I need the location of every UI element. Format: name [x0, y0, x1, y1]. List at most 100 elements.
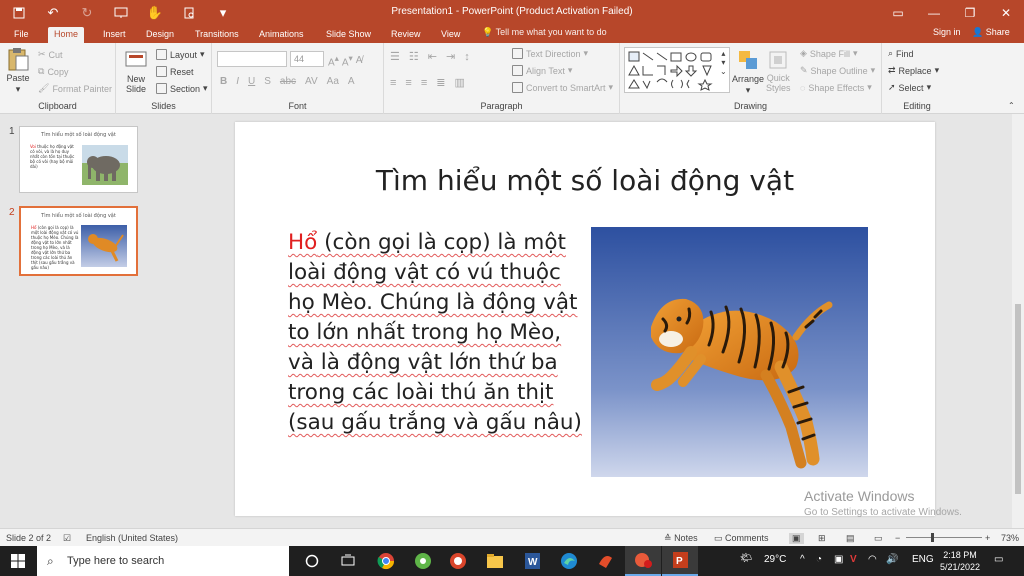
shapes-gallery-scroll[interactable]: ▴ ▾ ⌄: [720, 49, 727, 76]
security-app-icon[interactable]: ▣: [834, 554, 843, 565]
character-spacing-icon[interactable]: AV: [305, 76, 318, 87]
reading-view-icon[interactable]: ▤: [846, 533, 855, 544]
chrome-icon[interactable]: [368, 546, 404, 576]
decrease-indent-icon[interactable]: ⇤: [428, 50, 437, 63]
cortana-icon[interactable]: [294, 546, 330, 576]
shape-outline-button[interactable]: ✎ Shape Outline ▾: [800, 65, 875, 76]
strikethrough-icon[interactable]: abc: [280, 76, 296, 87]
font-color-icon[interactable]: A: [348, 76, 355, 87]
tray-overflow-icon[interactable]: ^: [800, 554, 805, 565]
slide-title[interactable]: Tìm hiểu một số loài động vật: [235, 164, 935, 197]
select-button[interactable]: ➚ Select ▾: [888, 82, 931, 93]
spell-check-icon[interactable]: ☑: [63, 533, 71, 544]
change-case-icon[interactable]: Aa: [327, 76, 339, 87]
tab-animations[interactable]: Animations: [253, 27, 310, 43]
recorder-app-icon[interactable]: [440, 546, 476, 576]
task-view-icon[interactable]: [330, 546, 366, 576]
collapse-ribbon-icon[interactable]: ⌃: [1008, 101, 1015, 110]
reset-button[interactable]: Reset: [156, 66, 194, 77]
find-button[interactable]: ⌕ Find: [888, 48, 914, 59]
bullets-icon[interactable]: ☰: [390, 50, 400, 63]
font-name-combo[interactable]: [217, 51, 287, 67]
align-right-icon[interactable]: ≡: [421, 77, 427, 89]
volume-icon[interactable]: 🔊: [886, 554, 898, 565]
input-language[interactable]: ENG: [912, 554, 934, 565]
normal-view-icon[interactable]: ▣: [789, 533, 804, 544]
weather-icon[interactable]: 🌤: [740, 553, 753, 564]
file-explorer-icon[interactable]: [477, 546, 513, 576]
zoom-out-icon[interactable]: −: [895, 533, 900, 543]
tab-insert[interactable]: Insert: [97, 27, 132, 43]
copy-button[interactable]: ⧉ Copy: [38, 66, 68, 77]
restore-button[interactable]: ❐: [952, 0, 988, 25]
tab-slide-show[interactable]: Slide Show: [320, 27, 377, 43]
start-button[interactable]: [0, 546, 36, 576]
tab-file[interactable]: File: [8, 27, 35, 43]
close-button[interactable]: ✕: [988, 0, 1024, 25]
new-slide-button[interactable]: New Slide: [124, 48, 148, 94]
notification-app-icon[interactable]: [625, 546, 661, 576]
align-center-icon[interactable]: ≡: [405, 77, 411, 89]
slide-thumbnail-1[interactable]: Tìm hiểu một số loài động vật Voi thuộc …: [19, 126, 138, 193]
format-painter-button[interactable]: 🖌 Format Painter: [38, 83, 112, 94]
shape-effects-button[interactable]: ◌ Shape Effects ▾: [800, 82, 872, 93]
vertical-scrollbar[interactable]: [1012, 114, 1024, 528]
slide-body-text[interactable]: Hổ (còn gọi là cọp) là một loài động vật…: [288, 228, 588, 438]
zoom-in-icon[interactable]: +: [985, 533, 990, 543]
replace-button[interactable]: ⇄ Replace ▾: [888, 65, 939, 76]
minimize-button[interactable]: —: [916, 0, 952, 25]
bold-icon[interactable]: B: [220, 76, 227, 87]
language-status[interactable]: English (United States): [86, 533, 178, 543]
tab-transitions[interactable]: Transitions: [189, 27, 245, 43]
italic-icon[interactable]: I: [236, 76, 239, 87]
justify-icon[interactable]: ≣: [436, 76, 445, 89]
align-text-button[interactable]: Align Text ▾: [512, 65, 572, 76]
tab-view[interactable]: View: [435, 27, 466, 43]
red-app-icon[interactable]: [587, 546, 623, 576]
edge-icon[interactable]: [551, 546, 587, 576]
convert-smartart-button[interactable]: Convert to SmartArt ▾: [512, 82, 613, 93]
word-icon[interactable]: W: [514, 546, 550, 576]
line-spacing-icon[interactable]: ↕: [464, 51, 470, 63]
powerpoint-icon[interactable]: P: [662, 546, 698, 576]
numbering-icon[interactable]: ☷: [409, 50, 419, 63]
temperature[interactable]: 29°C: [764, 554, 786, 565]
quick-styles-button[interactable]: Quick Styles: [766, 47, 791, 93]
grow-font-icon[interactable]: A▴: [328, 53, 339, 68]
green-app-icon[interactable]: [405, 546, 441, 576]
arrange-button[interactable]: Arrange ▾: [732, 47, 764, 96]
text-direction-button[interactable]: Text Direction ▾: [512, 48, 588, 59]
clear-formatting-icon[interactable]: A̸: [356, 55, 363, 66]
ribbon-display-options-icon[interactable]: ▭: [880, 0, 916, 25]
sign-in-link[interactable]: Sign in: [933, 27, 961, 37]
shape-fill-button[interactable]: ◈ Shape Fill ▾: [800, 48, 857, 59]
comments-button[interactable]: ▭ Comments: [714, 533, 769, 544]
zoom-slider[interactable]: [906, 537, 982, 538]
v-app-icon[interactable]: V: [850, 554, 857, 565]
layout-button[interactable]: Layout ▾: [156, 49, 205, 60]
slide-thumbnail-2[interactable]: Tìm hiểu một số loài động vật Hổ (còn gọ…: [19, 206, 138, 276]
taskbar-clock[interactable]: 2:18 PM 5/21/2022: [938, 549, 982, 573]
slideshow-view-icon[interactable]: ▭: [874, 533, 883, 544]
shapes-gallery[interactable]: [624, 47, 730, 93]
slide[interactable]: Tìm hiểu một số loài động vật Hổ (còn gọ…: [235, 122, 935, 516]
notes-button[interactable]: ≙ Notes: [664, 533, 698, 544]
tiger-image[interactable]: [591, 227, 868, 477]
align-left-icon[interactable]: ≡: [390, 77, 396, 89]
shadow-icon[interactable]: S: [264, 76, 271, 87]
share-button[interactable]: 👤 Share: [972, 27, 1010, 38]
columns-icon[interactable]: ▥: [454, 76, 464, 89]
tab-design[interactable]: Design: [140, 27, 180, 43]
notifications-icon[interactable]: ▭: [994, 554, 1003, 565]
increase-indent-icon[interactable]: ⇥: [446, 50, 455, 63]
tell-me-box[interactable]: 💡 Tell me what you want to do: [482, 27, 607, 38]
slide-sorter-icon[interactable]: ⊞: [818, 533, 826, 544]
shrink-font-icon[interactable]: A▾: [342, 53, 353, 68]
zoom-level[interactable]: 73%: [1001, 533, 1019, 543]
tab-review[interactable]: Review: [385, 27, 427, 43]
section-button[interactable]: Section ▾: [156, 83, 208, 94]
cut-button[interactable]: ✂ Cut: [38, 49, 63, 60]
network-app-icon[interactable]: ◔: [816, 554, 822, 565]
wifi-icon[interactable]: ◠: [868, 554, 877, 565]
paste-button[interactable]: Paste ▾: [6, 46, 30, 95]
